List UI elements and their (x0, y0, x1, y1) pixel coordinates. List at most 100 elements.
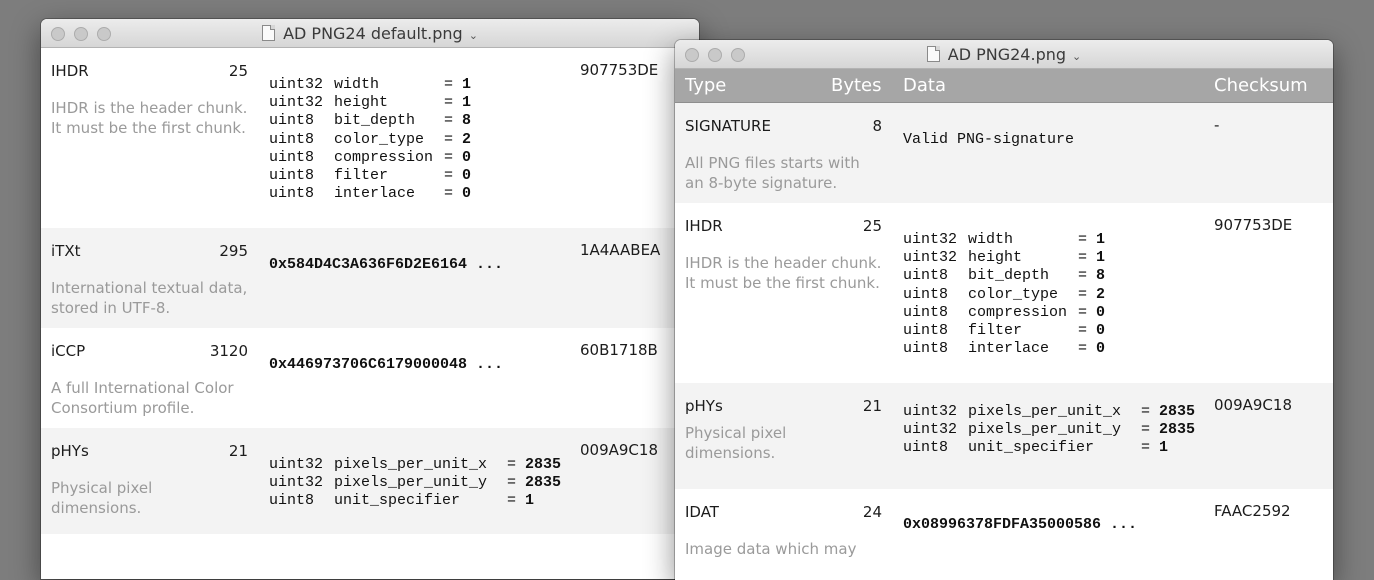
field-value: 0 (1096, 322, 1106, 340)
data-field: uint8 unit_specifier = 1 (269, 492, 561, 510)
data-field: uint32 height = 1 (269, 94, 471, 112)
chunk-type: iCCP (51, 342, 86, 360)
field-name: height (968, 249, 1023, 267)
field-value: 0 (462, 167, 472, 185)
table-row[interactable]: pHYs 21 Physical pixel dimensions. uint32 pi… (41, 428, 699, 534)
chunk-bytes: 21 (862, 397, 882, 415)
field-type: uint8 (903, 267, 949, 285)
field-type: uint8 (269, 112, 315, 130)
data-field: uint8 interlace = 0 (269, 185, 471, 203)
field-value: 1 (1096, 231, 1106, 248)
window-title-text: AD PNG24 default.png (283, 24, 463, 43)
table-row[interactable]: IHDR 25 IHDR is the header chunk. It must … (675, 203, 1333, 383)
title-bar[interactable]: AD PNG24 default.png ⌄ (41, 19, 699, 48)
field-type: uint32 (903, 421, 958, 439)
chunk-data: Valid PNG-signature (903, 131, 1075, 148)
chunk-type: pHYs (685, 397, 723, 415)
field-value: 2835 (525, 474, 562, 492)
column-header-checksum[interactable]: Checksum (1214, 69, 1308, 102)
chevron-down-icon[interactable]: ⌄ (469, 29, 478, 42)
equals-sign: = (1141, 421, 1160, 439)
chunk-checksum: 907753DE (1214, 216, 1293, 234)
field-type: uint8 (903, 303, 949, 321)
equals-sign: = (1078, 249, 1097, 267)
field-name: unit_specifier (968, 439, 1095, 457)
field-type: uint8 (903, 340, 949, 358)
title-bar[interactable]: AD PNG24.png ⌄ (675, 40, 1333, 69)
field-name: pixels_per_unit_y (334, 474, 488, 492)
column-header-data[interactable]: Data (903, 69, 946, 102)
equals-sign: = (1078, 322, 1097, 340)
field-value: 1 (1096, 249, 1106, 267)
data-field: uint8 color_type = 2 (269, 131, 471, 149)
field-type: uint32 (269, 456, 324, 473)
field-name: interlace (968, 340, 1050, 358)
chunk-data: 0x584D4C3A636F6D2E6164 ... (269, 256, 504, 273)
field-name: pixels_per_unit_y (968, 421, 1122, 439)
field-type: uint32 (269, 94, 324, 112)
field-type: uint8 (903, 285, 949, 303)
field-type: uint8 (269, 492, 315, 510)
chunk-description: International textual data, stored in UT… (51, 279, 248, 317)
field-name: color_type (334, 130, 425, 148)
window-title[interactable]: AD PNG24 default.png ⌄ (41, 24, 699, 46)
column-header-type[interactable]: Type (685, 69, 726, 102)
data-field: uint8 filter = 0 (903, 322, 1105, 340)
chunk-description: IHDR is the header chunk. It must be the… (51, 99, 248, 137)
chunk-bytes: 24 (862, 503, 882, 521)
field-name: width (968, 231, 1014, 248)
data-field: uint32 pixels_per_unit_x = 2835 (269, 456, 561, 474)
equals-sign: = (1078, 267, 1097, 285)
chunk-list: IHDR 25 IHDR is the header chunk. It must … (41, 48, 699, 534)
data-field: uint8 filter = 0 (269, 167, 471, 185)
chunk-description: IHDR is the header chunk. It must be the… (685, 254, 882, 292)
field-type: uint8 (269, 148, 315, 166)
table-row[interactable]: iTXt 295 International textual data, store… (41, 228, 699, 328)
chunk-description: Physical pixel dimensions. (685, 424, 787, 462)
chunk-bytes: 295 (219, 242, 248, 260)
equals-sign: = (1141, 403, 1160, 420)
field-name: unit_specifier (334, 492, 461, 510)
field-type: uint8 (903, 322, 949, 340)
equals-sign: = (444, 185, 463, 203)
chunk-data: uint32 pixels_per_unit_x = 2835 uint32 pixel… (269, 456, 561, 511)
field-type: uint8 (903, 439, 949, 457)
data-field: uint32 pixels_per_unit_y = 2835 (903, 421, 1195, 439)
table-row[interactable]: IDAT 24 Image data which may 0x08996378FDFA… (675, 489, 1333, 580)
table-row[interactable]: iCCP 3120 A full International Color Conso… (41, 328, 699, 428)
equals-sign: = (444, 76, 463, 93)
chunk-data: uint32 pixels_per_unit_x = 2835 uint32 pixel… (903, 403, 1195, 458)
field-type: uint8 (269, 185, 315, 203)
chevron-down-icon[interactable]: ⌄ (1072, 50, 1081, 63)
field-name: width (334, 76, 380, 93)
equals-sign: = (444, 130, 463, 148)
field-type: uint8 (269, 167, 315, 185)
table-row[interactable]: IHDR 25 IHDR is the header chunk. It must … (41, 48, 699, 228)
table-row[interactable]: pHYs 21 Physical pixel dimensions. uint32 pi… (675, 383, 1333, 489)
field-name: compression (334, 148, 434, 166)
chunk-type: pHYs (51, 442, 89, 460)
field-type: uint32 (903, 249, 958, 267)
document-icon (926, 46, 940, 62)
chunk-list: SIGNATURE 8 All PNG files starts with an 8… (675, 103, 1333, 580)
equals-sign: = (1078, 340, 1097, 358)
equals-sign: = (507, 456, 526, 473)
field-type: uint32 (903, 231, 958, 248)
table-row[interactable]: SIGNATURE 8 All PNG files starts with an 8… (675, 103, 1333, 203)
field-value: 0 (462, 185, 472, 203)
equals-sign: = (444, 167, 463, 185)
chunk-checksum: 907753DE (580, 61, 659, 79)
chunk-data: 0x08996378FDFA35000586 ... (903, 516, 1138, 533)
field-value: 1 (525, 492, 535, 510)
field-name: filter (334, 167, 389, 185)
equals-sign: = (1141, 439, 1160, 457)
window-title[interactable]: AD PNG24.png ⌄ (675, 45, 1333, 67)
data-field: uint32 width = 1 (903, 231, 1105, 249)
field-name: bit_depth (334, 112, 416, 130)
field-value: 2835 (1159, 421, 1196, 439)
equals-sign: = (1078, 231, 1097, 248)
data-field: uint8 compression = 0 (269, 149, 471, 167)
chunk-type: IDAT (685, 503, 719, 521)
column-header-bytes[interactable]: Bytes (831, 69, 882, 102)
window-title-text: AD PNG24.png (947, 45, 1067, 64)
